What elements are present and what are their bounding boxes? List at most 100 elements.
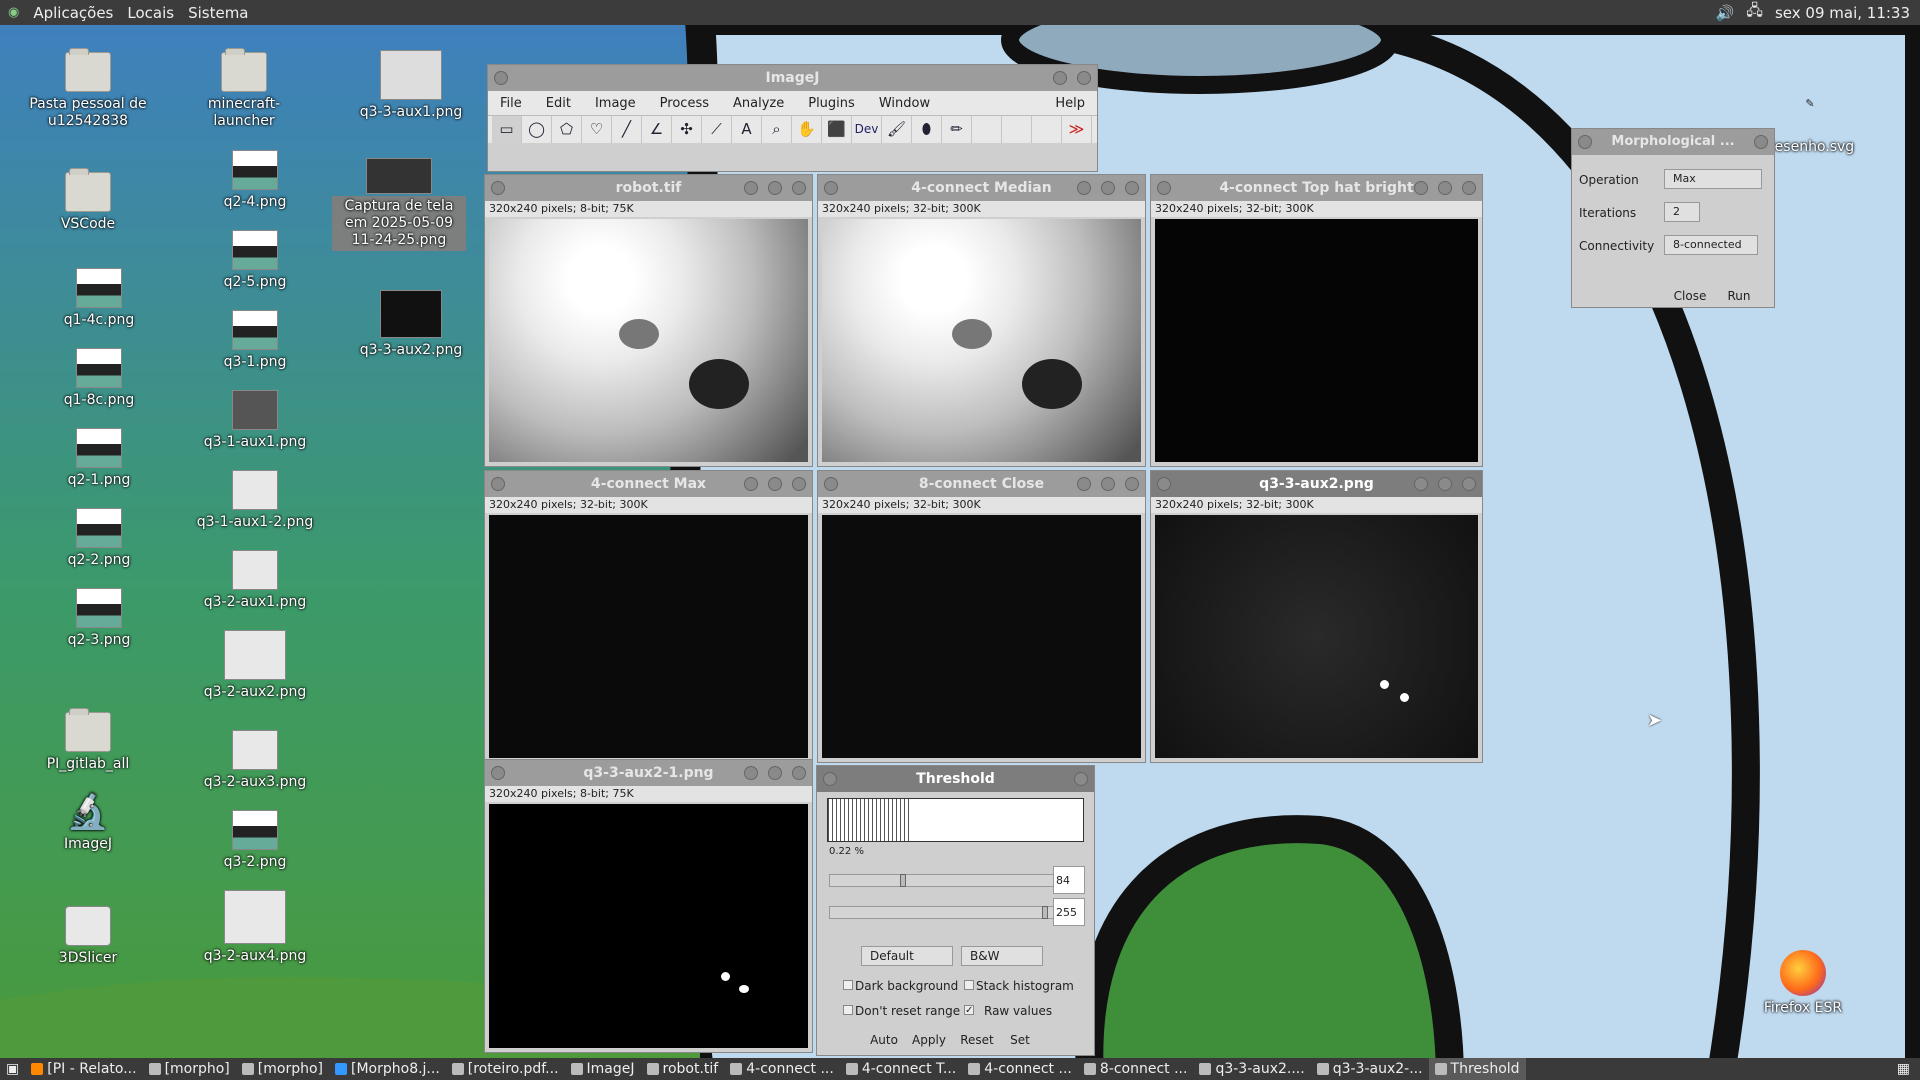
desktop-icon-q3-2[interactable]: q3-2.png bbox=[190, 810, 320, 871]
set-button[interactable]: Set bbox=[1005, 1031, 1035, 1049]
close-button[interactable] bbox=[1125, 477, 1139, 491]
close-button[interactable] bbox=[792, 477, 806, 491]
taskbar-item[interactable]: robot.tif bbox=[641, 1058, 725, 1080]
maximize-button[interactable] bbox=[1438, 477, 1452, 491]
operation-select[interactable]: Max bbox=[1664, 169, 1762, 189]
auto-button[interactable]: Auto bbox=[867, 1031, 901, 1049]
magnifier-tool-icon[interactable]: ⌕ bbox=[762, 116, 792, 143]
taskbar-item[interactable]: 4-connect ... bbox=[962, 1058, 1078, 1080]
minimize-button[interactable] bbox=[1077, 181, 1091, 195]
run-button[interactable]: Run bbox=[1722, 287, 1756, 305]
maximize-button[interactable] bbox=[1438, 181, 1452, 195]
desktop-icon-firefox[interactable]: Firefox ESR bbox=[1738, 950, 1868, 1017]
desktop-icon-pi-gitlab[interactable]: PI_gitlab_all bbox=[23, 708, 153, 773]
close-button[interactable] bbox=[1462, 181, 1476, 195]
window-menu-button[interactable] bbox=[824, 181, 838, 195]
minimize-button[interactable] bbox=[1414, 477, 1428, 491]
taskbar-item[interactable]: [morpho] bbox=[236, 1058, 329, 1080]
close-button[interactable] bbox=[1462, 477, 1476, 491]
taskbar-item[interactable]: ImageJ bbox=[565, 1058, 641, 1080]
image-canvas[interactable] bbox=[489, 515, 808, 758]
image-titlebar[interactable]: robot.tif bbox=[485, 175, 812, 201]
window-menu-button[interactable] bbox=[823, 772, 837, 786]
desktop-icon-q3-1[interactable]: q3-1.png bbox=[190, 310, 320, 371]
desktop-icon-q2-2[interactable]: q2-2.png bbox=[34, 508, 164, 569]
maximize-button[interactable] bbox=[768, 477, 782, 491]
taskbar-item[interactable]: [roteiro.pdf... bbox=[446, 1058, 565, 1080]
network-icon[interactable]: 🖧 bbox=[1746, 0, 1763, 25]
apply-button[interactable]: Apply bbox=[909, 1031, 949, 1049]
taskbar-item[interactable]: 8-connect ... bbox=[1078, 1058, 1194, 1080]
desktop-icon-3dslicer[interactable]: 3DSlicer bbox=[23, 906, 153, 967]
desktop-icon-q3-3-aux1[interactable]: q3-3-aux1.png bbox=[346, 50, 476, 121]
close-button[interactable] bbox=[792, 766, 806, 780]
menu-applications[interactable]: Aplicações bbox=[33, 4, 113, 22]
threshold-method-select[interactable]: Default bbox=[861, 946, 953, 966]
maximize-button[interactable] bbox=[768, 181, 782, 195]
dont-reset-range-checkbox[interactable]: Don't reset range bbox=[843, 1004, 960, 1018]
window-menu-button[interactable] bbox=[494, 71, 508, 85]
threshold-display-select[interactable]: B&W bbox=[961, 946, 1043, 966]
clock[interactable]: sex 09 mai, 11:33 bbox=[1775, 4, 1910, 22]
window-menu-button[interactable] bbox=[1157, 477, 1171, 491]
desktop-icon-q3-2-aux3[interactable]: q3-2-aux3.png bbox=[190, 730, 320, 791]
freehand-tool-icon[interactable]: ♡ bbox=[582, 116, 612, 143]
brush-tool-icon[interactable]: 🖌 bbox=[882, 116, 912, 143]
color-picker-tool-icon[interactable]: ⬛ bbox=[822, 116, 852, 143]
desktop-icon-screenshot[interactable]: Captura de tela em 2025-05-09 11-24-25.p… bbox=[334, 158, 464, 249]
menu-process[interactable]: Process bbox=[648, 96, 721, 111]
close-dialog-button[interactable]: Close bbox=[1670, 287, 1710, 305]
iterations-select[interactable]: 2 bbox=[1664, 202, 1700, 222]
distro-logo-icon[interactable]: ◉ bbox=[8, 5, 19, 20]
minimize-button[interactable] bbox=[744, 766, 758, 780]
show-desktop-icon[interactable]: ▣ bbox=[0, 1061, 25, 1077]
close-button[interactable] bbox=[792, 181, 806, 195]
checkbox-box[interactable]: ✓ bbox=[964, 1005, 974, 1016]
slider-knob[interactable] bbox=[1042, 906, 1048, 919]
window-menu-button[interactable] bbox=[824, 477, 838, 491]
close-button[interactable] bbox=[1125, 181, 1139, 195]
hand-tool-icon[interactable]: ✋ bbox=[792, 116, 822, 143]
dark-background-checkbox[interactable]: Dark background bbox=[843, 979, 958, 993]
connectivity-select[interactable]: 8-connected bbox=[1664, 235, 1758, 255]
morphological-titlebar[interactable]: Morphological ... bbox=[1572, 129, 1774, 155]
taskbar-item[interactable]: [morpho] bbox=[143, 1058, 236, 1080]
imagej-titlebar[interactable]: ImageJ bbox=[488, 65, 1097, 91]
min-threshold-value[interactable]: 84 bbox=[1053, 866, 1085, 894]
maximize-button[interactable] bbox=[1101, 477, 1115, 491]
desktop-icon-q2-5[interactable]: q2-5.png bbox=[190, 230, 320, 291]
desktop-icon-q3-1-aux1[interactable]: q3-1-aux1.png bbox=[190, 390, 320, 451]
pencil-tool-icon[interactable]: ✏ bbox=[942, 116, 972, 143]
menu-system[interactable]: Sistema bbox=[188, 4, 248, 22]
desktop-icon-vscode[interactable]: VSCode bbox=[23, 168, 153, 233]
dev-tool-icon[interactable]: Dev bbox=[852, 116, 882, 143]
menu-analyze[interactable]: Analyze bbox=[721, 96, 796, 111]
more-tools-icon[interactable]: ≫ bbox=[1062, 116, 1092, 143]
close-button[interactable] bbox=[1074, 772, 1088, 786]
max-threshold-slider[interactable] bbox=[829, 906, 1055, 919]
desktop-icon-q3-3-aux2[interactable]: q3-3-aux2.png bbox=[346, 290, 476, 359]
menu-edit[interactable]: Edit bbox=[534, 96, 583, 111]
maximize-button[interactable] bbox=[1101, 181, 1115, 195]
menu-window[interactable]: Window bbox=[867, 96, 942, 111]
close-button[interactable] bbox=[1754, 135, 1768, 149]
taskbar-item-active[interactable]: Threshold bbox=[1428, 1058, 1526, 1080]
minimize-button[interactable] bbox=[1053, 71, 1067, 85]
checkbox-box[interactable] bbox=[843, 980, 853, 990]
close-button[interactable] bbox=[1077, 71, 1091, 85]
menu-file[interactable]: File bbox=[488, 96, 534, 111]
minimize-button[interactable] bbox=[744, 181, 758, 195]
desktop-icon-home[interactable]: Pasta pessoal de u12542838 bbox=[23, 48, 153, 130]
window-menu-button[interactable] bbox=[491, 766, 505, 780]
image-titlebar[interactable]: 8-connect Close bbox=[818, 471, 1145, 497]
line-tool-icon[interactable]: ╱ bbox=[612, 116, 642, 143]
slider-knob[interactable] bbox=[900, 874, 906, 887]
point-tool-icon[interactable]: ✣ bbox=[672, 116, 702, 143]
image-canvas[interactable] bbox=[822, 219, 1141, 462]
maximize-button[interactable] bbox=[768, 766, 782, 780]
desktop-icon-q3-2-aux4[interactable]: q3-2-aux4.png bbox=[190, 890, 320, 965]
image-canvas[interactable] bbox=[489, 219, 808, 462]
taskbar-item[interactable]: [PI - Relato... bbox=[25, 1058, 142, 1080]
taskbar-item[interactable]: q3-3-aux2-... bbox=[1311, 1058, 1429, 1080]
desktop-icon-q3-2-aux1[interactable]: q3-2-aux1.png bbox=[190, 550, 320, 611]
